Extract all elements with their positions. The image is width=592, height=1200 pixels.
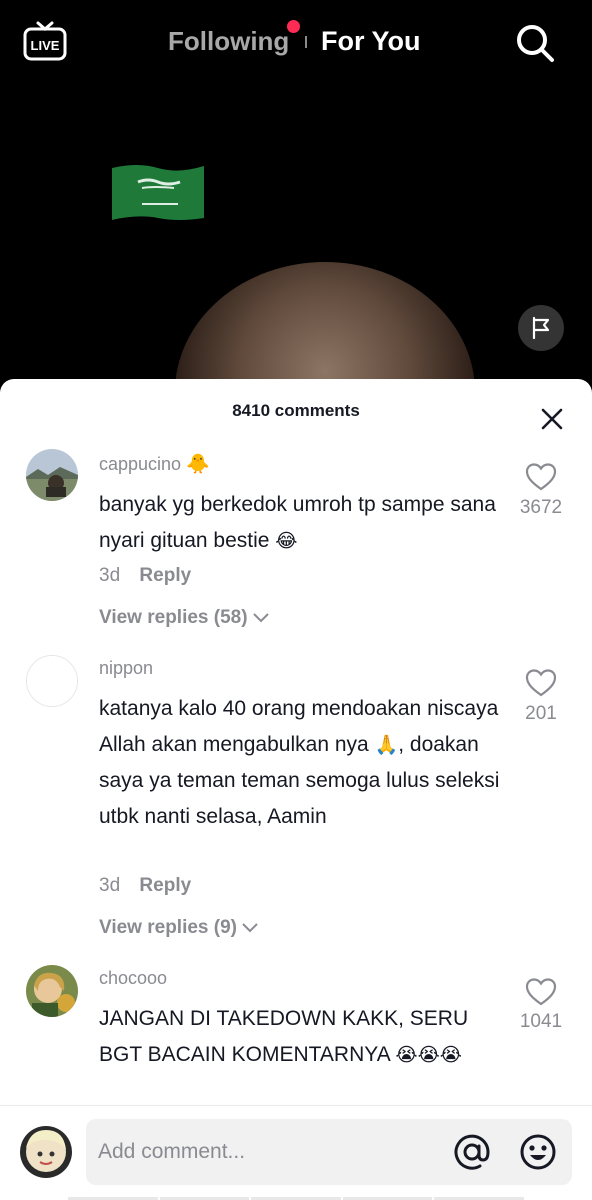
comment-date: 3d: [99, 875, 121, 896]
comment-meta: 3d Reply: [99, 565, 191, 587]
chevron-down-icon: [252, 613, 269, 623]
chevron-down-icon: [242, 923, 258, 933]
heart-icon[interactable]: [525, 462, 557, 492]
report-flag-icon: [532, 316, 550, 340]
at-mention-icon[interactable]: [452, 1132, 492, 1172]
avatar[interactable]: [26, 965, 78, 1017]
like-count: 3672: [519, 497, 563, 518]
comment-text: JANGAN DI TAKEDOWN KAKK, SERU BGT BACAIN…: [99, 1001, 511, 1073]
close-icon[interactable]: [538, 405, 566, 433]
reply-button[interactable]: Reply: [139, 565, 191, 586]
comment-emoji: 😭😭😭: [395, 1045, 463, 1066]
tab-divider: [305, 36, 307, 48]
comments-count-title: 8410 comments: [232, 401, 360, 420]
comment-box: [86, 1119, 572, 1185]
notification-dot: [287, 20, 300, 33]
view-replies-button[interactable]: View replies (58): [99, 607, 270, 629]
heart-icon[interactable]: [525, 668, 557, 698]
top-navigation: LIVE Following For You: [0, 0, 592, 84]
comment-emoji: 🙏: [374, 735, 399, 756]
username-text: nippon: [99, 658, 154, 678]
emoji-icon[interactable]: [518, 1132, 558, 1172]
flag-icon: [108, 160, 208, 226]
live-icon[interactable]: LIVE: [22, 20, 68, 62]
username-text: cappucino: [99, 454, 182, 474]
comment-input[interactable]: [98, 1119, 438, 1185]
search-icon[interactable]: [514, 22, 556, 64]
tab-for-you[interactable]: For You: [321, 26, 421, 57]
heart-icon[interactable]: [525, 977, 557, 1007]
tab-following[interactable]: Following: [168, 26, 289, 57]
reply-button[interactable]: Reply: [139, 875, 191, 896]
comment-meta: 3d Reply: [99, 875, 191, 897]
comment-username[interactable]: cappucino 🐥: [99, 454, 210, 475]
view-replies-button[interactable]: View replies (9): [99, 917, 259, 939]
comment-input-bar: [0, 1105, 592, 1200]
report-button[interactable]: [518, 305, 564, 351]
like-count: 1041: [519, 1011, 563, 1032]
comment-username[interactable]: nippon: [99, 658, 153, 679]
comment-emoji: 😂: [275, 531, 298, 552]
avatar[interactable]: [26, 449, 78, 501]
username-emoji: 🐥: [186, 454, 210, 475]
username-text: chocooo: [99, 968, 168, 988]
view-replies-label: View replies (9): [99, 917, 237, 938]
comment-text: katanya kalo 40 orang mendoakan niscaya …: [99, 691, 511, 835]
comment-username[interactable]: chocooo: [99, 968, 167, 989]
live-label: LIVE: [31, 38, 60, 53]
comment-text: banyak yg berkedok umroh tp sampe sana n…: [99, 487, 511, 559]
video-player[interactable]: LIVE Following For You: [0, 0, 592, 400]
comment-date: 3d: [99, 565, 121, 586]
avatar[interactable]: [26, 655, 78, 707]
avatar: [20, 1126, 72, 1178]
view-replies-label: View replies (58): [99, 607, 248, 628]
comments-panel: 8410 comments cappucino 🐥 banyak yg berk…: [0, 379, 592, 1200]
like-count: 201: [525, 703, 557, 724]
